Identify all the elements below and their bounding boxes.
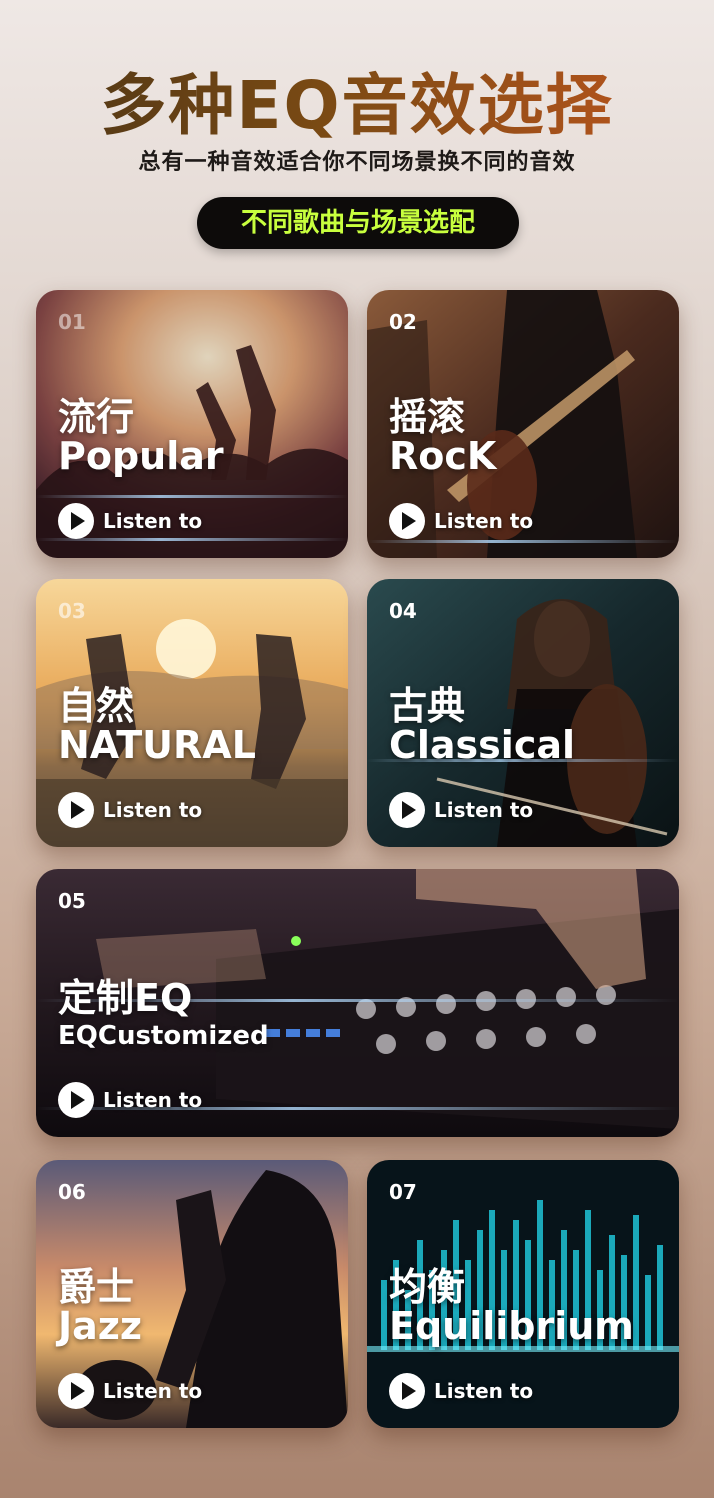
card-number: 04 [389,599,417,623]
eq-card-popular[interactable]: 01 流行 Popular Listen to [36,290,348,558]
eq-card-rock[interactable]: 02 摇滚 RocK Listen to [367,290,679,558]
card-number: 05 [58,889,86,913]
card-title-cn: 定制EQ [58,976,193,1020]
listen-button[interactable]: Listen to [389,1372,533,1410]
eq-card-natural[interactable]: 03 自然 NATURAL Listen to [36,579,348,847]
play-icon [58,503,94,539]
light-streak [36,495,348,498]
eq-card-classical[interactable]: 04 古典 Classical Listen to [367,579,679,847]
listen-button[interactable]: Listen to [58,1372,202,1410]
eq-card-jazz[interactable]: 06 爵士 Jazz Listen to [36,1160,348,1428]
card-title-en: Equilibrium [389,1304,634,1348]
card-title-cn: 流行 [58,395,135,439]
card-title-cn: 自然 [58,684,135,728]
card-number: 07 [389,1180,417,1204]
card-title-en: RocK [389,434,497,478]
card-title-en: Jazz [58,1304,143,1348]
page-title: 多种EQ音效选择 [0,52,714,148]
listen-label: Listen to [103,1088,203,1112]
play-icon [58,1373,94,1409]
card-number: 03 [58,599,86,623]
eq-card-customized[interactable]: 05 定制EQ EQCustomized Listen to [36,869,679,1137]
card-number: 01 [58,310,86,334]
card-number: 06 [58,1180,86,1204]
listen-button[interactable]: Listen to [389,791,533,829]
card-title-en: EQCustomized [58,1021,269,1051]
play-icon [58,1082,94,1118]
light-streak [367,540,679,543]
card-title-en: NATURAL [58,723,256,767]
listen-button[interactable]: Listen to [58,791,202,829]
card-title-cn: 摇滚 [389,395,466,439]
scene-pill-badge: 不同歌曲与场景选配 [197,197,519,249]
listen-button[interactable]: Listen to [389,502,533,540]
listen-button[interactable]: Listen to [58,502,202,540]
play-icon [389,503,425,539]
listen-label: Listen to [103,1379,203,1403]
card-title-cn: 古典 [389,684,466,728]
play-icon [58,792,94,828]
card-title-cn: 均衡 [389,1265,466,1309]
listen-label: Listen to [103,509,203,533]
card-title-en: Popular [58,434,224,478]
listen-label: Listen to [434,509,534,533]
card-title-cn: 爵士 [58,1265,135,1309]
listen-label: Listen to [434,1379,534,1403]
eq-card-equilibrium[interactable]: 07 均衡 Equilibrium Listen to [367,1160,679,1428]
play-icon [389,1373,425,1409]
listen-label: Listen to [103,798,203,822]
play-icon [389,792,425,828]
page-subtitle: 总有一种音效适合你不同场景换不同的音效 [138,150,576,175]
card-number: 02 [389,310,417,334]
listen-button[interactable]: Listen to [58,1081,202,1119]
card-title-en: Classical [389,723,576,767]
listen-label: Listen to [434,798,534,822]
